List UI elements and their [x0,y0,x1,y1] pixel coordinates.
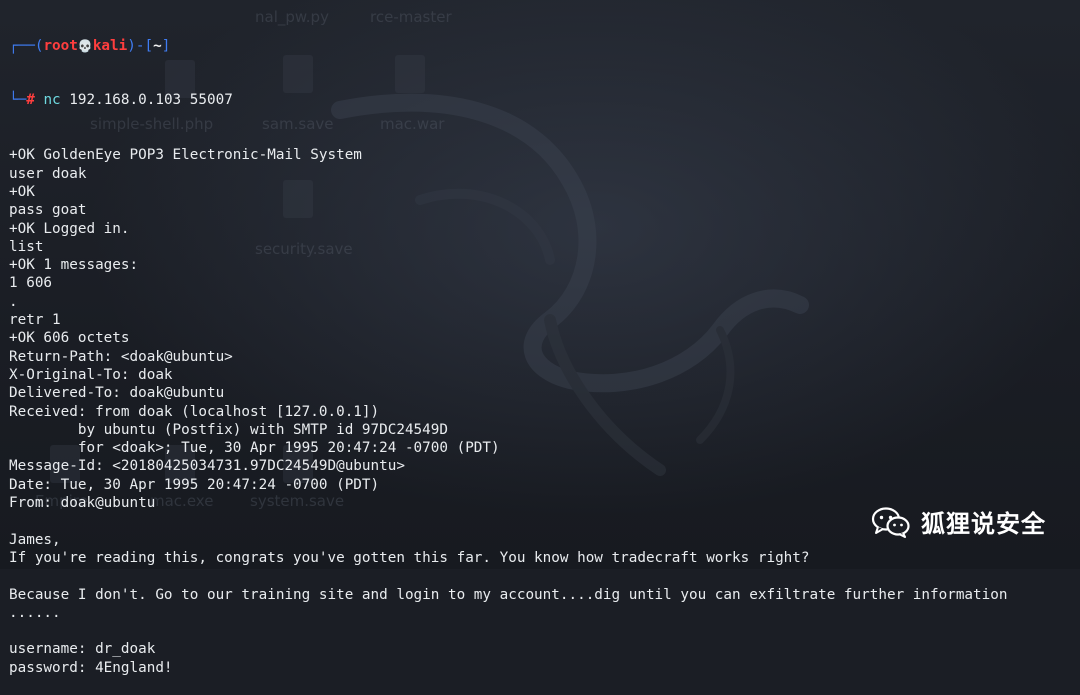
command-name: nc [43,92,61,109]
output-line: 1 606 [9,275,53,292]
output-line: +OK Logged in. [9,220,130,237]
prompt-user: root [43,37,78,54]
prompt-corner-bottom: └─ [9,92,27,109]
output-line: retr 1 [9,312,61,329]
output-line: X-Original-To: doak [9,366,173,383]
output-line: +OK 606 octets [9,330,130,347]
prompt-host: kali [92,37,128,54]
command-line: └─# nc 192.168.0.103 55007 [9,91,1077,109]
output-line: Delivered-To: doak@ubuntu [9,385,225,402]
output-line: Because I don't. Go to our training site… [9,586,1008,603]
output-line: password: 4England! [9,659,173,676]
prompt-directory: ~ [153,37,162,54]
output-line: for <doak>; Tue, 30 Apr 1995 20:47:24 -0… [9,440,500,457]
output-line: +OK 1 messages: [9,257,139,274]
output-line: Return-Path: <doak@ubuntu> [9,348,233,365]
command-args: 192.168.0.103 55007 [60,92,233,109]
output-line: by ubuntu (Postfix) with SMTP id 97DC245… [9,421,448,438]
output-line: ...... [9,604,61,621]
output-line: Received: from doak (localhost [127.0.0.… [9,403,380,420]
output-line: +OK GoldenEye POP3 Electronic-Mail Syste… [9,147,362,164]
wechat-icon [871,506,910,538]
prompt-header: ┌──(root💀kali)-[~] [9,37,1077,55]
output-line: Message-Id: <20180425034731.97DC24549D@u… [9,458,405,475]
session-output: +OK GoldenEye POP3 Electronic-Mail Syste… [9,146,1077,677]
output-line: +OK [9,183,35,200]
prompt-corner: ┌──( [9,37,44,54]
output-line: . [9,293,18,310]
watermark-text: 狐狸说安全 [921,510,1046,538]
output-line: list [9,238,44,255]
watermark: 狐狸说安全 [871,504,1046,539]
output-line: If you're reading this, congrats you've … [9,549,810,566]
prompt-close-bracket: ] [161,37,171,54]
output-line: Date: Tue, 30 Apr 1995 20:47:24 -0700 (P… [9,476,380,493]
output-line: pass goat [9,202,87,219]
skull-icon: 💀 [77,38,93,53]
prompt-separator: )-[ [127,37,154,54]
terminal-output[interactable]: ┌──(root💀kali)-[~] └─# nc 192.168.0.103 … [9,0,1077,695]
output-line: username: dr_doak [9,641,156,658]
output-line: user doak [9,165,87,182]
prompt-hash: # [26,92,35,109]
